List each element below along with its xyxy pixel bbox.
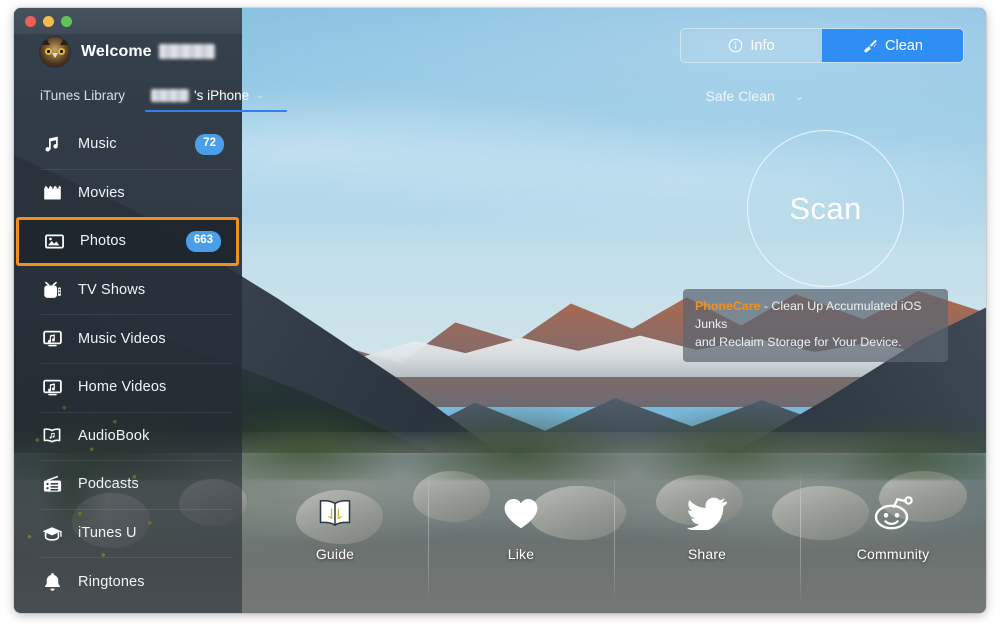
welcome-row: Welcome (40, 37, 215, 67)
sidebar-item-label: AudioBook (78, 427, 150, 444)
bottom-nav-label: Share (687, 546, 727, 562)
bottom-nav-label: Community (856, 546, 930, 562)
television-icon (41, 279, 63, 301)
sidebar-item-audiobook[interactable]: AudioBook (14, 411, 242, 461)
scan-button[interactable]: Scan (747, 130, 904, 287)
music-note-icon (41, 133, 63, 155)
broom-icon (864, 39, 877, 52)
device-name-redacted (151, 89, 190, 102)
info-circle-icon (729, 38, 743, 53)
bottom-nav-guide[interactable]: Guide (242, 476, 428, 613)
sidebar-item-label: TV Shows (78, 282, 146, 299)
reddit-alien-icon (872, 492, 914, 534)
sidebar-item-label: iTunes U (78, 525, 137, 542)
application-window: Welcome iTunes Library 's iPhone ⌄ Music… (14, 8, 986, 613)
sidebar-item-podcasts[interactable]: Podcasts (14, 460, 242, 509)
sidebar-item-ringtones[interactable]: Ringtones (14, 557, 242, 606)
chevron-down-icon: ⌄ (794, 90, 804, 103)
tab-itunes-library-label: iTunes Library (40, 88, 126, 103)
bottom-nav-label: Guide (315, 546, 355, 562)
clean-button[interactable]: Clean (822, 29, 963, 62)
sidebar-item-badge: 663 (185, 231, 221, 252)
sidebar-item-label: Home Videos (78, 379, 167, 396)
clean-button-label: Clean (885, 37, 923, 54)
sidebar-item-label: Music (78, 136, 117, 153)
heart-icon (503, 492, 539, 534)
library-tabs: iTunes Library 's iPhone ⌄ (40, 88, 287, 112)
sidebar-item-label: Photos (80, 233, 127, 250)
username-redacted (158, 44, 215, 60)
music-video-icon (41, 328, 63, 350)
chevron-down-icon[interactable]: ⌄ (256, 90, 264, 101)
podcast-icon (41, 473, 63, 495)
promo-line-1: PhoneCare - Clean Up Accumulated iOS Jun… (695, 298, 936, 334)
welcome-text: Welcome (81, 43, 215, 61)
sidebar-item-movies[interactable]: Movies (14, 168, 242, 218)
bell-icon (41, 571, 63, 593)
sidebar-item-photos[interactable]: Photos 663 (16, 217, 239, 266)
bottom-nav-share[interactable]: Share (614, 472, 800, 613)
sidebar-item-label: Movies (78, 184, 125, 201)
tab-device-label: 's iPhone (194, 88, 250, 103)
title-bar (14, 8, 242, 34)
promo-line-2: and Reclaim Storage for Your Device. (695, 334, 902, 349)
photo-icon (43, 230, 65, 252)
sidebar: Welcome iTunes Library 's iPhone ⌄ Music… (14, 8, 287, 613)
sidebar-item-home-videos[interactable]: Home Videos (14, 362, 242, 412)
clean-mode-dropdown[interactable]: Safe Clean ⌄ (706, 88, 805, 104)
twitter-bird-icon (687, 492, 727, 534)
owl-avatar-icon[interactable] (40, 37, 70, 67)
sidebar-item-label: Ringtones (78, 573, 145, 590)
bottom-nav-like[interactable]: Like (428, 472, 614, 613)
bottom-nav-community[interactable]: Community (800, 472, 986, 613)
audiobook-icon (41, 425, 63, 447)
graduation-cap-icon (41, 522, 63, 544)
minimize-button[interactable] (43, 16, 54, 27)
close-button[interactable] (25, 16, 36, 27)
sidebar-item-itunes-u[interactable]: iTunes U (14, 508, 242, 558)
sidebar-item-music-videos[interactable]: Music Videos (14, 314, 242, 363)
open-book-icon (317, 492, 353, 534)
promo-brand: PhoneCare (695, 299, 761, 313)
phonecare-promo-banner: PhoneCare - Clean Up Accumulated iOS Jun… (683, 289, 948, 362)
clapperboard-icon (41, 182, 63, 204)
scan-label: Scan (789, 190, 862, 226)
info-clean-segmented-control: Info Clean (680, 28, 964, 63)
sidebar-nav-list: Music 72 Movies Photos 663 TV Shows Musi… (14, 120, 242, 613)
sidebar-item-label: Podcasts (78, 476, 139, 493)
info-button[interactable]: Info (681, 29, 822, 62)
bottom-navigation: Guide Like Share Community (242, 472, 986, 613)
home-video-icon (41, 376, 63, 398)
sidebar-item-badge: 72 (195, 134, 224, 155)
sidebar-item-music[interactable]: Music 72 (14, 120, 242, 169)
sidebar-item-tv-shows[interactable]: TV Shows (14, 266, 242, 315)
info-button-label: Info (750, 37, 775, 54)
clean-mode-label: Safe Clean (705, 88, 775, 104)
zoom-button[interactable] (61, 16, 72, 27)
tab-device[interactable]: 's iPhone ⌄ (145, 88, 287, 112)
active-tab-indicator (145, 110, 287, 112)
sidebar-item-label: Music Videos (78, 330, 166, 347)
tab-itunes-library[interactable]: iTunes Library (40, 88, 125, 112)
bottom-nav-label: Like (507, 546, 535, 562)
welcome-label: Welcome (81, 43, 152, 60)
